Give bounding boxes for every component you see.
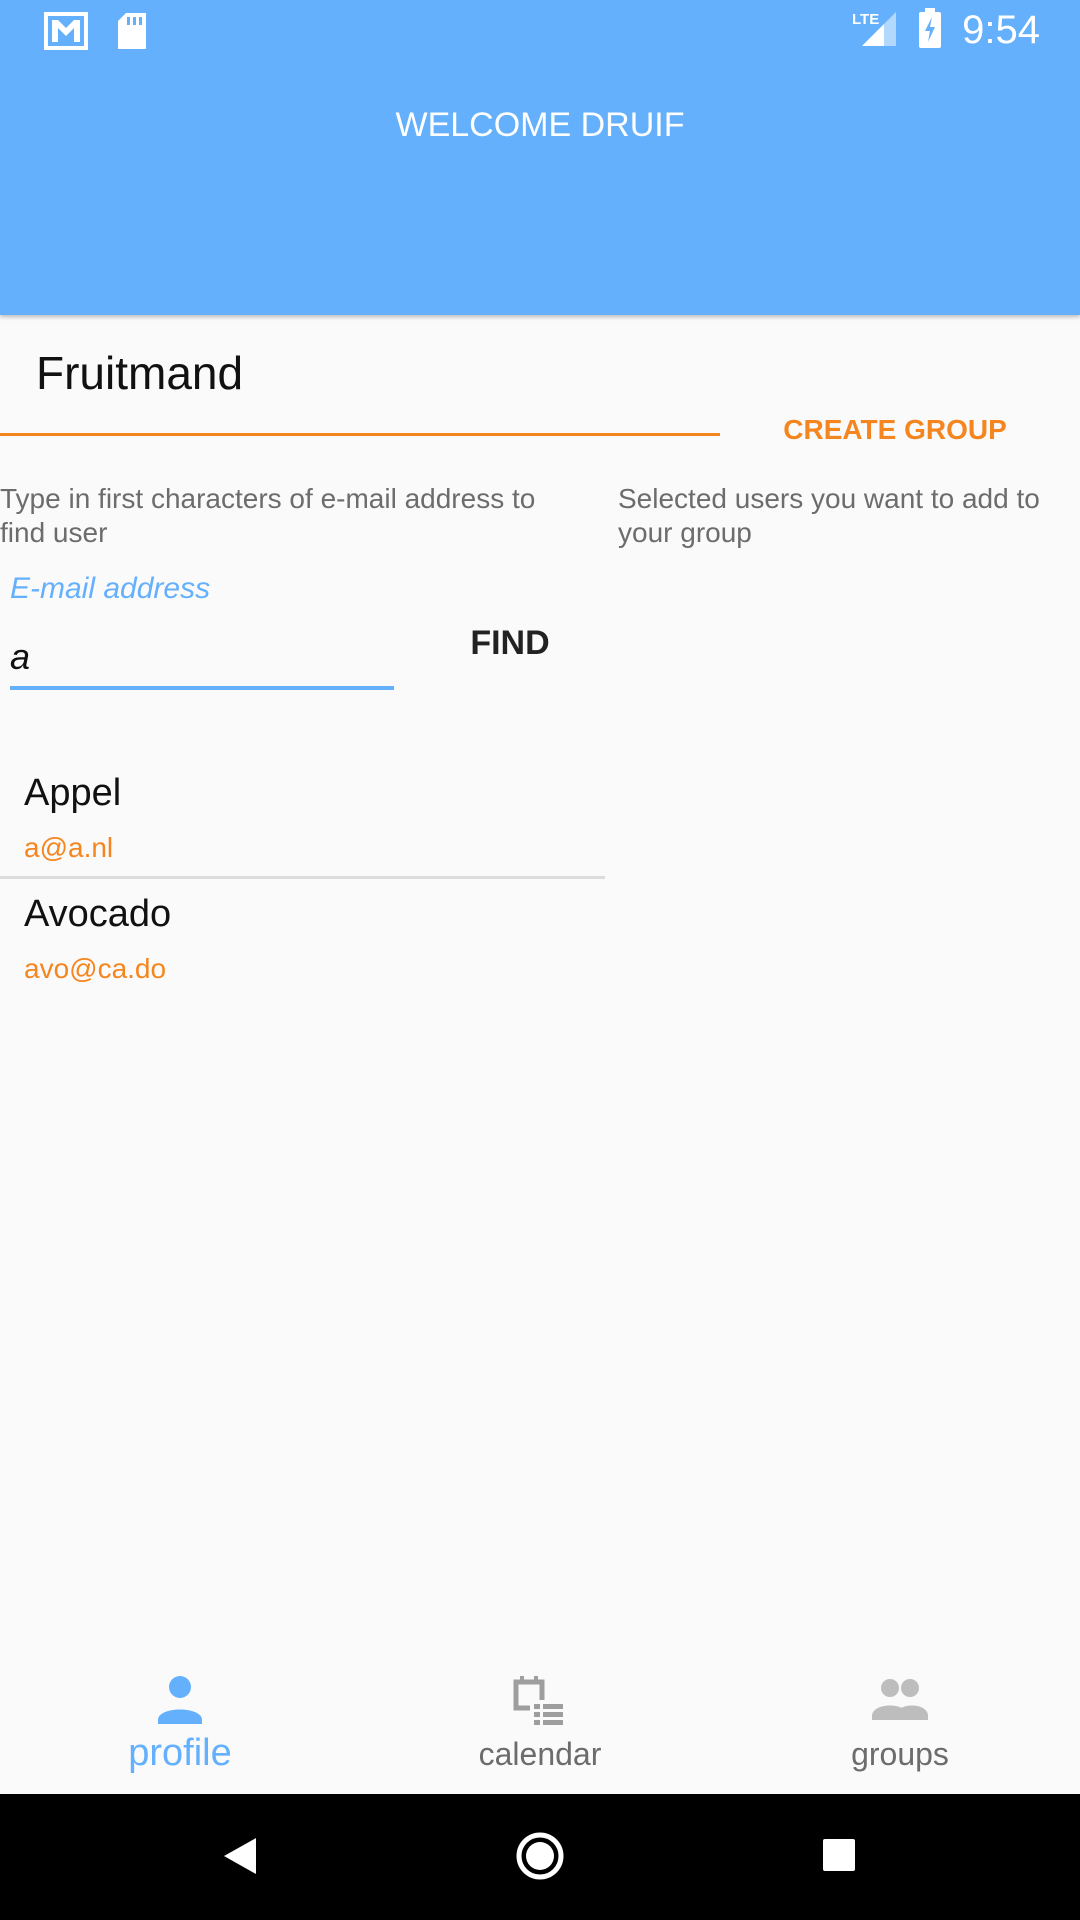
user-email: a@a.nl <box>24 832 114 863</box>
svg-text:LTE: LTE <box>852 11 879 28</box>
user-email: avo@ca.do <box>24 953 167 984</box>
group-name-field[interactable]: Fruitmand <box>0 330 720 436</box>
app-header: LTE 9:54 WELCOME DRUIF <box>0 0 1080 315</box>
results-list: Appel a@a.nl Avocado avo@ca.do <box>0 758 605 994</box>
recents-icon[interactable] <box>822 1838 856 1877</box>
home-icon[interactable] <box>514 1830 566 1887</box>
nav-label-calendar: calendar <box>478 1736 602 1772</box>
find-button[interactable]: FIND <box>450 618 570 668</box>
selected-users-hint: Selected users you want to add to your g… <box>618 483 1040 548</box>
group-name-value: Fruitmand <box>36 347 244 399</box>
clock: 9:54 <box>962 8 1040 52</box>
sd-card-icon <box>116 13 148 56</box>
system-nav-bar <box>0 1794 1080 1920</box>
battery-charging-icon <box>918 8 942 53</box>
bottom-nav: profile calendar groups <box>0 1640 1080 1794</box>
group-icon <box>870 1670 930 1730</box>
list-item[interactable]: Avocado avo@ca.do <box>0 876 605 994</box>
nav-item-calendar[interactable]: calendar <box>360 1640 720 1794</box>
nav-label-groups: groups <box>851 1736 949 1772</box>
user-name: Avocado <box>24 893 172 935</box>
person-icon <box>150 1670 210 1730</box>
nav-item-groups[interactable]: groups <box>720 1640 1080 1794</box>
signal-icon: LTE <box>852 8 898 53</box>
email-field[interactable] <box>10 628 394 690</box>
gmail-icon <box>44 12 90 57</box>
page-title: WELCOME DRUIF <box>395 106 685 144</box>
calendar-icon <box>510 1670 570 1730</box>
nav-label-profile: profile <box>128 1732 232 1774</box>
search-hint: Type in first characters of e-mail addre… <box>0 483 536 548</box>
create-group-button[interactable]: CREATE GROUP <box>740 414 1050 446</box>
email-field-label: E-mail address <box>10 572 211 605</box>
list-item[interactable]: Appel a@a.nl <box>0 758 605 876</box>
back-icon[interactable] <box>222 1836 258 1881</box>
status-bar: LTE 9:54 <box>0 0 1080 66</box>
user-name: Appel <box>24 772 122 814</box>
nav-item-profile[interactable]: profile <box>0 1640 360 1794</box>
